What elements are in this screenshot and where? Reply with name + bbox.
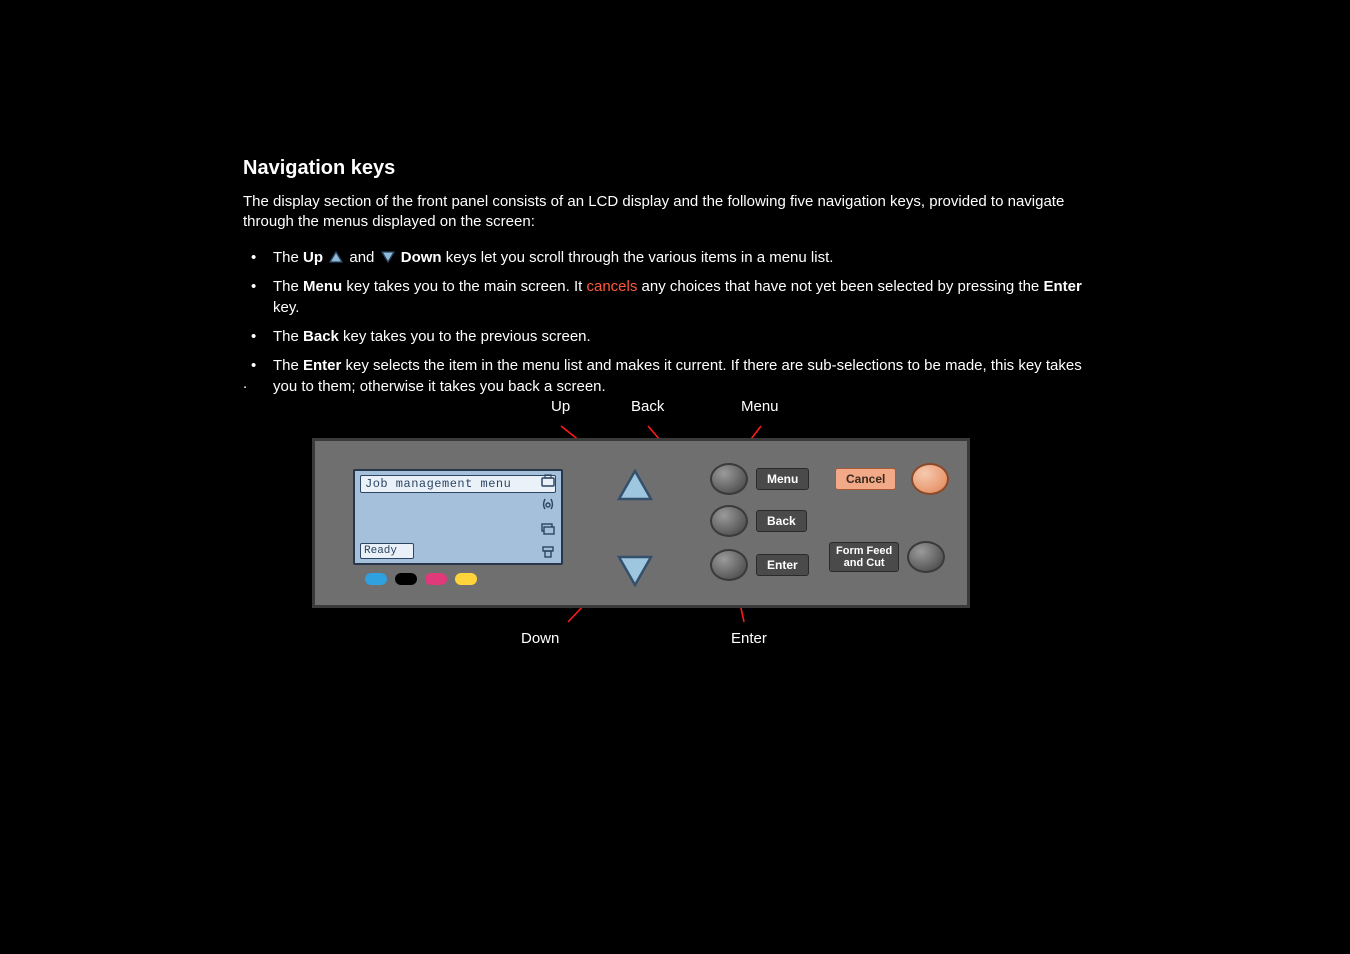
label-back: Back: [631, 398, 664, 415]
up-button[interactable]: [615, 467, 655, 507]
cancel-group: Cancel: [835, 463, 949, 495]
stray-dot: .: [243, 375, 247, 392]
page: Navigation keys The display section of t…: [0, 0, 1350, 954]
bullet-item-back: The Back key takes you to the previous s…: [243, 326, 1103, 347]
cancel-button-label: Cancel: [835, 468, 896, 490]
key-up-label: Up: [303, 249, 323, 266]
lcd-side-icons: [537, 473, 559, 561]
paper-stack-icon: [539, 520, 557, 538]
text-fragment: The: [273, 278, 303, 295]
front-panel: Job management menu Ready: [312, 438, 970, 608]
cancel-button[interactable]: [911, 463, 949, 495]
down-button[interactable]: [615, 549, 655, 589]
ink-icon: [539, 496, 557, 514]
key-enter-label: Enter: [303, 357, 341, 374]
panel-diagram: Up Back Menu Job management menu Ready: [312, 398, 982, 650]
text-fragment: key.: [273, 299, 299, 316]
down-arrow-icon: [381, 251, 395, 263]
text-fragment: The: [273, 249, 303, 266]
text-fragment: key takes you to the main screen. It: [342, 278, 586, 295]
content-block: Navigation keys The display section of t…: [243, 157, 1103, 407]
formfeed-label-line2: and Cut: [836, 557, 892, 569]
text-fragment: keys let you scroll through the various …: [442, 249, 834, 266]
menu-button[interactable]: Menu: [710, 463, 748, 495]
cancels-text: cancels: [586, 278, 637, 295]
text-fragment: any choices that have not yet been selec…: [637, 278, 1043, 295]
label-enter: Enter: [731, 630, 767, 647]
key-menu-label: Menu: [303, 278, 342, 295]
formfeed-label-line1: Form Feed: [836, 545, 892, 557]
text-fragment: The: [273, 328, 303, 345]
up-arrow-icon: [329, 251, 343, 263]
formfeed-group: Form Feed and Cut: [829, 541, 945, 573]
bullet-list: The Up and Down keys let you scroll thro…: [243, 247, 1103, 397]
label-down: Down: [521, 630, 559, 647]
key-down-label: Down: [401, 249, 442, 266]
ink-black: [395, 573, 417, 585]
label-up: Up: [551, 398, 570, 415]
text-fragment: key selects the item in the menu list an…: [273, 357, 1082, 395]
label-menu: Menu: [741, 398, 779, 415]
diagram-bottom-labels: Down Enter: [312, 630, 982, 650]
intro-text: The display section of the front panel c…: [243, 192, 1103, 233]
text-fragment: key takes you to the previous screen.: [339, 328, 591, 345]
ink-yellow: [455, 573, 477, 585]
lcd-display: Job management menu Ready: [353, 469, 563, 565]
diagram-top-labels: Up Back Menu: [312, 398, 982, 418]
printer-icon: [539, 473, 557, 491]
bullet-item-updown: The Up and Down keys let you scroll thro…: [243, 247, 1103, 268]
back-button-label: Back: [756, 510, 807, 532]
menu-button-label: Menu: [756, 468, 809, 490]
enter-button-label: Enter: [756, 554, 809, 576]
text-fragment: and: [349, 249, 378, 266]
lcd-row-selected: Job management menu: [360, 475, 556, 493]
key-enter-label: Enter: [1043, 278, 1081, 295]
ink-levels: [365, 573, 477, 585]
ink-magenta: [425, 573, 447, 585]
formfeed-button[interactable]: [907, 541, 945, 573]
panel-wrap: Job management menu Ready: [312, 424, 982, 624]
lcd-status: Ready: [360, 543, 414, 559]
back-button[interactable]: Back: [710, 505, 748, 537]
bullet-item-enter: The Enter key selects the item in the me…: [243, 355, 1103, 397]
ink-cyan: [365, 573, 387, 585]
page-title: Navigation keys: [243, 157, 1103, 180]
formfeed-button-label: Form Feed and Cut: [829, 542, 899, 572]
text-fragment: The: [273, 357, 303, 374]
roll-icon: [539, 543, 557, 561]
key-back-label: Back: [303, 328, 339, 345]
bullet-item-menu: The Menu key takes you to the main scree…: [243, 276, 1103, 318]
enter-button[interactable]: Enter: [710, 549, 748, 581]
